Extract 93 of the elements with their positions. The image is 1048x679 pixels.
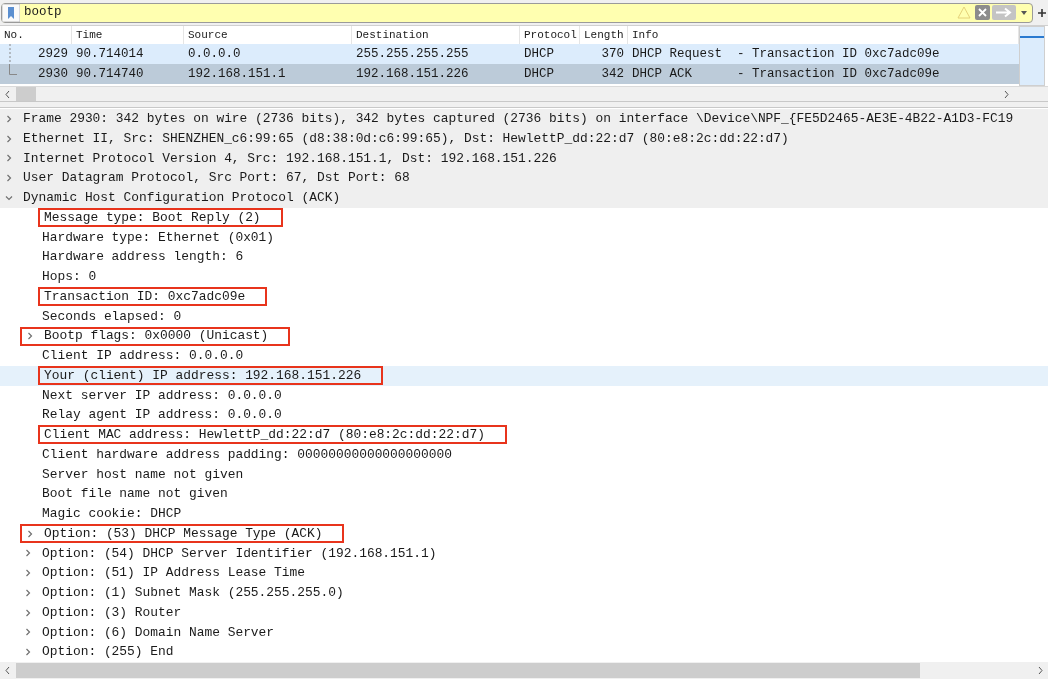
detail-row[interactable]: Magic cookie: DHCP	[0, 504, 1048, 524]
detail-text[interactable]: Dynamic Host Configuration Protocol (ACK)	[23, 188, 341, 208]
table-cell: 370	[601, 46, 624, 61]
detail-row[interactable]: Internet Protocol Version 4, Src: 192.168.151.1, Dst: 192.168.151.226	[0, 148, 1048, 169]
scrollbar-thumb[interactable]	[16, 87, 36, 101]
detail-text[interactable]: User Datagram Protocol, Src Port: 67, Dst Port: 68	[23, 168, 410, 188]
detail-row[interactable]: Option: (255) End	[0, 642, 1048, 662]
detail-row[interactable]: Server host name not given	[0, 464, 1048, 485]
detail-row[interactable]: Option: (3) Router	[0, 602, 1048, 623]
detail-row[interactable]: Option: (1) Subnet Mask (255.255.255.0)	[0, 583, 1048, 603]
scrollbar-thumb[interactable]	[16, 663, 920, 678]
detail-text[interactable]: Ethernet II, Src: SHENZHEN_c6:99:65 (d8:38:0d:c6:99:65), Dst: HewlettP_dd:22:d7 (80:e8:2c:dd:22:d7)	[23, 128, 789, 149]
detail-row[interactable]: Bootp flags: 0x0000 (Unicast)	[0, 326, 1048, 346]
detail-row[interactable]: Transaction ID: 0xc7adc09e	[0, 286, 1048, 307]
detail-row[interactable]: Your (client) IP address: 192.168.151.226	[0, 365, 1048, 386]
table-cell: 192.168.151.226	[356, 66, 469, 81]
detail-row[interactable]: Hardware type: Ethernet (0x01)	[0, 227, 1048, 248]
detail-row[interactable]: Ethernet II, Src: SHENZHEN_c6:99:65 (d8:38:0d:c6:99:65), Dst: HewlettP_dd:22:d7 (80:e8:2c:dd:22:d7)	[0, 128, 1048, 149]
chevron-right-icon[interactable]	[5, 134, 13, 143]
chevron-right-icon[interactable]	[5, 174, 13, 183]
chevron-right-icon[interactable]	[24, 569, 32, 578]
detail-text[interactable]: Hops: 0	[42, 267, 97, 287]
detail-text[interactable]: Client MAC address: HewlettP_dd:22:d7 (80:e8:2c:dd:22:d7)	[44, 425, 485, 445]
detail-row[interactable]: Client hardware address padding: 00000000000000000000	[0, 444, 1048, 465]
detail-row[interactable]: Option: (54) DHCP Server Identifier (192.168.151.1)	[0, 543, 1048, 564]
detail-text[interactable]: Option: (6) Domain Name Server	[42, 622, 275, 643]
chevron-right-icon[interactable]	[24, 608, 32, 617]
detail-text[interactable]: Server host name not given	[42, 464, 244, 485]
filter-field[interactable]: bootp	[1, 2, 1033, 23]
table-cell: 90.714014	[76, 46, 144, 61]
detail-text[interactable]: Internet Protocol Version 4, Src: 192.168.151.1, Dst: 192.168.151.226	[23, 148, 557, 169]
chevron-right-icon[interactable]	[5, 114, 13, 123]
detail-text[interactable]: Magic cookie: DHCP	[42, 504, 182, 524]
detail-row[interactable]: Hardware address length: 6	[0, 247, 1048, 267]
detail-row[interactable]: Option: (6) Domain Name Server	[0, 622, 1048, 643]
chevron-right-icon[interactable]	[26, 529, 34, 538]
detail-text[interactable]: Client hardware address padding: 00000000000000000000	[42, 444, 452, 465]
detail-text[interactable]: Boot file name not given	[42, 484, 228, 504]
detail-text[interactable]: Next server IP address: 0.0.0.0	[42, 385, 282, 406]
chevron-right-icon[interactable]	[24, 648, 32, 657]
detail-row[interactable]: Next server IP address: 0.0.0.0	[0, 385, 1048, 406]
table-cell: 192.168.151.1	[188, 66, 286, 81]
clear-icon[interactable]	[975, 5, 990, 20]
chevron-right-icon[interactable]	[24, 628, 32, 637]
detail-row[interactable]: Client IP address: 0.0.0.0	[0, 346, 1048, 366]
detail-text[interactable]: Message type: Boot Reply (2)	[44, 207, 261, 228]
table-cell: 342	[601, 66, 624, 81]
horizontal-scrollbar[interactable]	[0, 662, 1048, 679]
detail-row[interactable]: Relay agent IP address: 0.0.0.0	[0, 405, 1048, 425]
plus-icon[interactable]	[1037, 7, 1047, 18]
table-cell: DHCP	[524, 66, 554, 81]
detail-text[interactable]: Relay agent IP address: 0.0.0.0	[42, 405, 282, 425]
detail-row[interactable]: Hops: 0	[0, 267, 1048, 287]
minimap-scrollbar[interactable]	[1019, 26, 1045, 86]
packet-row[interactable]: 2930 90.714740 192.168.151.1 192.168.151.226 DHCP 342 DHCP ACK - Transaction ID 0xc7adc09e	[0, 64, 1019, 84]
table-cell-text: 2930	[38, 65, 68, 83]
warning-icon	[957, 6, 971, 19]
detail-text[interactable]: Client IP address: 0.0.0.0	[42, 346, 244, 366]
chevron-right-icon[interactable]	[26, 332, 34, 341]
table-cell: 255.255.255.255	[356, 46, 469, 61]
detail-text[interactable]: Option: (54) DHCP Server Identifier (192.168.151.1)	[42, 543, 437, 564]
packet-row[interactable]: 2929 90.714014 0.0.0.0 255.255.255.255 DHCP 370 DHCP Request - Transaction ID 0xc7adc09e	[0, 44, 1019, 64]
bookmark-icon[interactable]	[2, 3, 20, 22]
detail-text[interactable]: Option: (3) Router	[42, 602, 182, 623]
chevron-right-icon[interactable]	[24, 549, 32, 558]
chevron-right-icon[interactable]	[24, 588, 32, 597]
table-cell-text: 2929	[38, 45, 68, 63]
detail-text[interactable]: Your (client) IP address: 192.168.151.226	[44, 365, 362, 386]
detail-text[interactable]: Transaction ID: 0xc7adc09e	[44, 286, 246, 307]
detail-text[interactable]: Option: (53) DHCP Message Type (ACK)	[44, 523, 323, 544]
detail-text[interactable]: Hardware type: Ethernet (0x01)	[42, 227, 275, 248]
table-cell: 0.0.0.0	[188, 46, 241, 61]
detail-text[interactable]: Hardware address length: 6	[42, 247, 244, 267]
detail-row[interactable]: Seconds elapsed: 0	[0, 306, 1048, 327]
detail-text[interactable]: Option: (1) Subnet Mask (255.255.255.0)	[42, 583, 344, 603]
detail-row[interactable]: Message type: Boot Reply (2)	[0, 207, 1048, 228]
table-cell: DHCP ACK - Transaction ID 0xc7adc09e	[632, 66, 940, 81]
detail-row[interactable]: Boot file name not given	[0, 484, 1048, 504]
chevron-right-icon[interactable]	[5, 154, 13, 163]
chevron-down-icon[interactable]	[5, 193, 13, 202]
detail-row[interactable]: Dynamic Host Configuration Protocol (ACK)	[0, 188, 1048, 208]
detail-text[interactable]: Option: (51) IP Address Lease Time	[42, 563, 305, 583]
detail-row[interactable]: Option: (53) DHCP Message Type (ACK)	[0, 523, 1048, 544]
detail-row[interactable]: Client MAC address: HewlettP_dd:22:d7 (80:e8:2c:dd:22:d7)	[0, 425, 1048, 445]
detail-text[interactable]: Bootp flags: 0x0000 (Unicast)	[44, 326, 269, 346]
detail-text[interactable]: Seconds elapsed: 0	[42, 306, 182, 327]
horizontal-scrollbar[interactable]	[0, 86, 1048, 101]
detail-text[interactable]: Option: (255) End	[42, 642, 174, 662]
table-cell: DHCP	[524, 46, 554, 61]
table-cell: 90.714740	[76, 66, 144, 81]
table-cell: DHCP Request - Transaction ID 0xc7adc09e	[632, 46, 940, 61]
detail-row[interactable]: User Datagram Protocol, Src Port: 67, Dst Port: 68	[0, 168, 1048, 188]
detail-row[interactable]: Option: (51) IP Address Lease Time	[0, 563, 1048, 583]
